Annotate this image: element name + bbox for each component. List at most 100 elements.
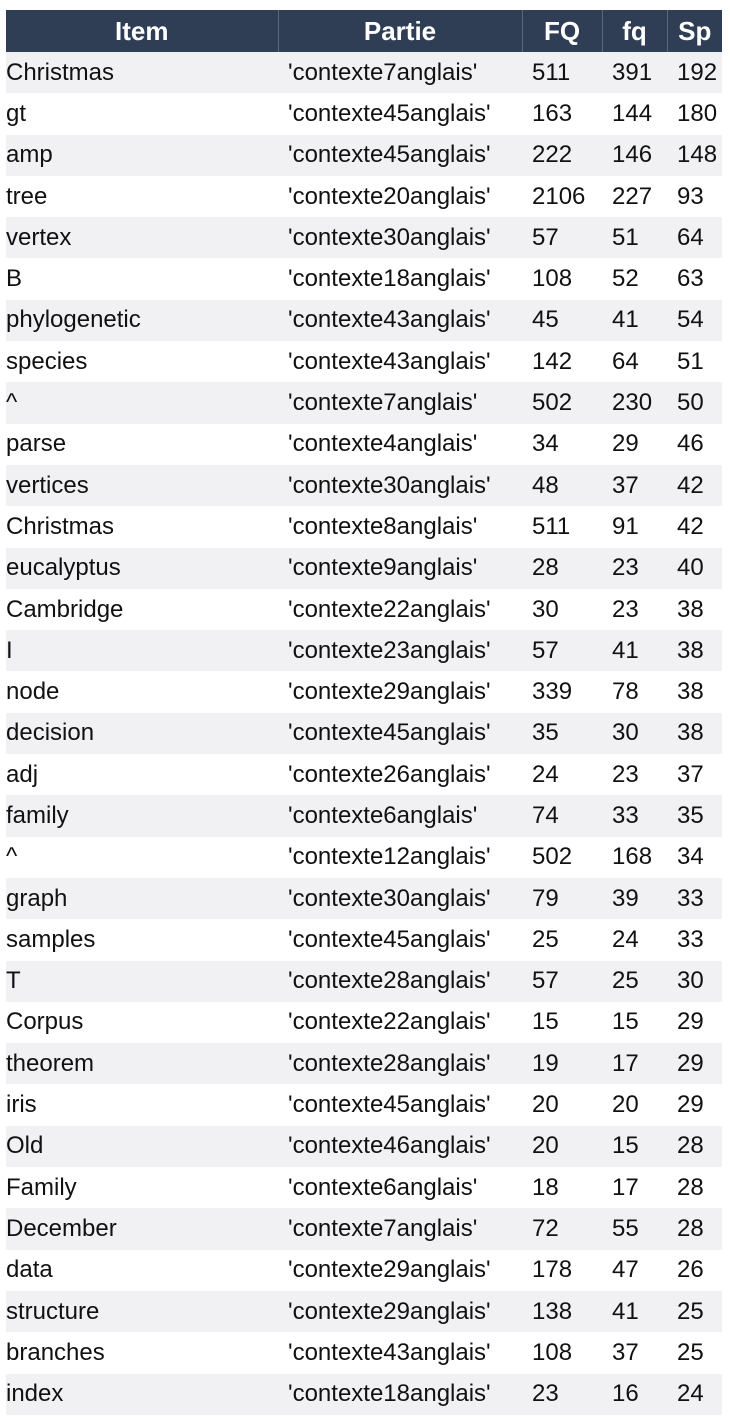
cell-fq-part: 39 <box>602 877 667 920</box>
frequency-table: Item Partie FQ fq Sp Christmas 'contexte7… <box>6 10 722 1415</box>
cell-fq-part: 23 <box>602 588 667 631</box>
cell-partie: 'contexte29anglais' <box>278 1290 522 1333</box>
cell-item: parse <box>6 423 278 465</box>
cell-sp: 29 <box>667 1001 722 1044</box>
cell-partie: 'contexte20anglais' <box>278 175 522 218</box>
cell-partie: 'contexte29anglais' <box>278 671 522 713</box>
cell-sp: 38 <box>667 588 722 631</box>
cell-fq-total: 35 <box>522 712 602 755</box>
cell-partie: 'contexte45anglais' <box>278 134 522 176</box>
cell-partie: 'contexte30anglais' <box>278 877 522 920</box>
table-row: structure'contexte29anglais' 138 41 25 <box>6 1290 722 1333</box>
cell-fq-part: 91 <box>602 506 667 548</box>
cell-fq-part: 33 <box>602 795 667 837</box>
cell-sp: 180 <box>667 93 722 135</box>
cell-item: Christmas <box>6 52 278 94</box>
cell-fq-part: 15 <box>602 1001 667 1044</box>
cell-item: species <box>6 341 278 383</box>
table-row: graph'contexte30anglais' 79 39 33 <box>6 877 722 920</box>
cell-partie: 'contexte22anglais' <box>278 1001 522 1044</box>
cell-sp: 24 <box>667 1373 722 1415</box>
cell-item: branches <box>6 1332 278 1374</box>
cell-fq-total: 72 <box>522 1208 602 1250</box>
cell-fq-part: 64 <box>602 341 667 383</box>
cell-fq-part: 230 <box>602 382 667 424</box>
cell-fq-part: 30 <box>602 712 667 755</box>
cell-partie: 'contexte12anglais' <box>278 836 522 878</box>
cell-sp: 148 <box>667 134 722 176</box>
cell-fq-part: 168 <box>602 836 667 878</box>
cell-fq-part: 144 <box>602 93 667 135</box>
table-row: eucalyptus'contexte9anglais' 28 23 40 <box>6 547 722 589</box>
header-partie[interactable]: Partie <box>278 10 523 52</box>
table-row: theorem'contexte28anglais' 19 17 29 <box>6 1043 722 1085</box>
cell-partie: 'contexte30anglais' <box>278 464 522 507</box>
cell-item: Old <box>6 1125 278 1168</box>
cell-fq-part: 146 <box>602 134 667 176</box>
cell-fq-part: 55 <box>602 1208 667 1250</box>
cell-item: eucalyptus <box>6 547 278 589</box>
cell-fq-total: 24 <box>522 754 602 796</box>
cell-fq-part: 23 <box>602 754 667 796</box>
table-row: phylogenetic'contexte43anglais' 45 41 54 <box>6 299 722 342</box>
cell-fq-part: 78 <box>602 671 667 713</box>
cell-fq-total: 108 <box>522 258 602 300</box>
table-row: ^'contexte12anglais' 502 168 34 <box>6 836 722 878</box>
cell-sp: 40 <box>667 547 722 589</box>
cell-fq-total: 108 <box>522 1332 602 1374</box>
table-row: ^'contexte7anglais' 502 230 50 <box>6 382 722 424</box>
cell-item: decision <box>6 712 278 755</box>
table-row: gt'contexte45anglais' 163 144 180 <box>6 93 722 135</box>
cell-item: ^ <box>6 382 278 424</box>
header-fq-total[interactable]: FQ <box>522 10 603 52</box>
cell-sp: 25 <box>667 1332 722 1374</box>
table-row: Corpus'contexte22anglais' 15 15 29 <box>6 1001 722 1044</box>
cell-fq-part: 41 <box>602 299 667 342</box>
cell-sp: 29 <box>667 1043 722 1085</box>
cell-item: samples <box>6 919 278 961</box>
cell-partie: 'contexte46anglais' <box>278 1125 522 1168</box>
cell-sp: 192 <box>667 52 722 94</box>
cell-item: Corpus <box>6 1001 278 1044</box>
cell-partie: 'contexte29anglais' <box>278 1249 522 1291</box>
cell-fq-total: 222 <box>522 134 602 176</box>
cell-fq-part: 24 <box>602 919 667 961</box>
cell-fq-part: 17 <box>602 1167 667 1209</box>
cell-item: December <box>6 1208 278 1250</box>
cell-sp: 28 <box>667 1167 722 1209</box>
table-row: data'contexte29anglais' 178 47 26 <box>6 1249 722 1291</box>
cell-sp: 34 <box>667 836 722 878</box>
cell-fq-total: 163 <box>522 93 602 135</box>
header-sp[interactable]: Sp <box>667 10 722 52</box>
table-row: vertices'contexte30anglais' 48 37 42 <box>6 464 722 507</box>
table-row: index'contexte18anglais' 23 16 24 <box>6 1373 722 1415</box>
cell-sp: 64 <box>667 217 722 259</box>
cell-fq-total: 34 <box>522 423 602 465</box>
header-row: Item Partie FQ fq Sp <box>6 10 722 52</box>
cell-partie: 'contexte28anglais' <box>278 1043 522 1085</box>
table-row: branches'contexte43anglais' 108 37 25 <box>6 1332 722 1374</box>
cell-fq-part: 41 <box>602 630 667 672</box>
table-row: Christmas'contexte8anglais' 511 91 42 <box>6 506 722 548</box>
cell-fq-part: 391 <box>602 52 667 94</box>
cell-partie: 'contexte45anglais' <box>278 919 522 961</box>
cell-partie: 'contexte4anglais' <box>278 423 522 465</box>
table-row: tree'contexte20anglais' 2106 227 93 <box>6 175 722 218</box>
cell-partie: 'contexte7anglais' <box>278 1208 522 1250</box>
cell-sp: 28 <box>667 1208 722 1250</box>
cell-partie: 'contexte18anglais' <box>278 258 522 300</box>
cell-sp: 28 <box>667 1125 722 1168</box>
cell-sp: 50 <box>667 382 722 424</box>
cell-partie: 'contexte18anglais' <box>278 1373 522 1415</box>
cell-sp: 51 <box>667 341 722 383</box>
header-fq-part[interactable]: fq <box>602 10 668 52</box>
cell-item: T <box>6 960 278 1002</box>
cell-sp: 54 <box>667 299 722 342</box>
cell-fq-total: 74 <box>522 795 602 837</box>
table-body: Christmas'contexte7anglais' 511 391 192 gt'c… <box>6 52 722 1415</box>
cell-sp: 93 <box>667 175 722 218</box>
cell-fq-part: 52 <box>602 258 667 300</box>
cell-fq-total: 339 <box>522 671 602 713</box>
cell-fq-total: 23 <box>522 1373 602 1415</box>
header-item[interactable]: Item <box>6 10 279 52</box>
